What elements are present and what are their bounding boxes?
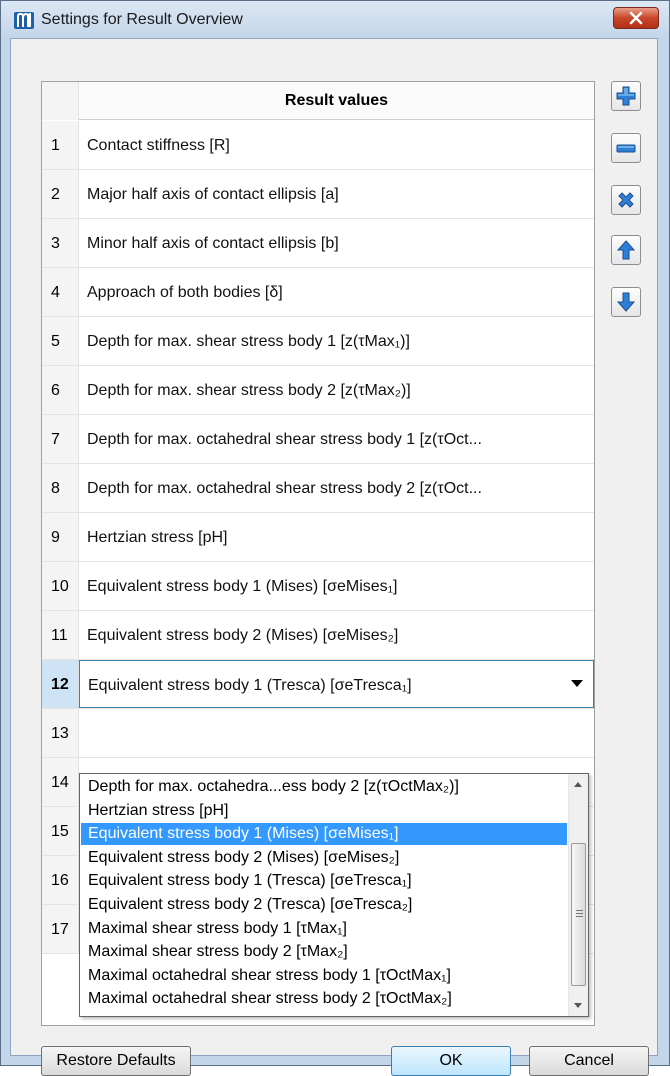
remove-row-button[interactable]: [611, 133, 641, 163]
result-value-cell[interactable]: Approach of both bodies [δ]: [87, 268, 588, 316]
table-row[interactable]: 11 Equivalent stress body 2 (Mises) [σeMi…: [42, 611, 594, 660]
result-value-cell[interactable]: Depth for max. shear stress body 2 [z(τM…: [87, 366, 588, 414]
dialog-client-area: Result values 1 Contact stiffness [R] 2 Maj…: [10, 38, 658, 1076]
remove-icon: [616, 144, 636, 153]
grid-corner: [42, 82, 79, 120]
result-value-cell[interactable]: Depth for max. shear stress body 1 [z(τM…: [87, 317, 588, 365]
delete-row-button[interactable]: [611, 185, 641, 215]
row-number[interactable]: 10: [42, 562, 79, 610]
restore-defaults-button[interactable]: Restore Defaults: [41, 1046, 191, 1076]
dropdown-scrollbar[interactable]: [568, 774, 588, 1016]
add-icon: [616, 86, 636, 106]
delete-icon: [618, 192, 634, 208]
row-number[interactable]: 13: [42, 709, 79, 757]
row-number[interactable]: 17: [42, 905, 79, 953]
row-number[interactable]: 7: [42, 415, 79, 463]
table-row[interactable]: 9 Hertzian stress [pH]: [42, 513, 594, 562]
ok-button[interactable]: OK: [391, 1046, 511, 1076]
row-number[interactable]: 9: [42, 513, 79, 561]
result-value-cell[interactable]: Equivalent stress body 2 (Mises) [σeMise…: [87, 611, 588, 659]
title-bar: Settings for Result Overview: [1, 1, 669, 39]
dropdown-option[interactable]: Equivalent stress body 1 (Tresca) [σeTre…: [81, 870, 567, 892]
row-number[interactable]: 14: [42, 758, 79, 806]
table-row[interactable]: 2 Major half axis of contact ellipsis [a]: [42, 170, 594, 219]
row-number[interactable]: 2: [42, 170, 79, 218]
row-number[interactable]: 16: [42, 856, 79, 904]
result-value-dropdown-list[interactable]: Depth for max. octahedra...ess body 2 [z…: [79, 773, 589, 1017]
result-value-combobox[interactable]: Equivalent stress body 1 (Tresca) [σeTre…: [79, 660, 594, 708]
table-row[interactable]: 13: [42, 709, 594, 758]
dropdown-option[interactable]: Hertzian stress [pH]: [81, 800, 567, 822]
table-row[interactable]: 6 Depth for max. shear stress body 2 [z(τ…: [42, 366, 594, 415]
row-number[interactable]: 5: [42, 317, 79, 365]
dropdown-option[interactable]: Maximal octahedral shear stress body 1 […: [81, 965, 567, 987]
row-number[interactable]: 3: [42, 219, 79, 267]
move-down-icon: [616, 292, 636, 312]
combobox-selected-value: Equivalent stress body 1 (Tresca) [σeTre…: [88, 677, 412, 694]
dropdown-option[interactable]: Equivalent stress body 2 (Mises) [σeMise…: [81, 847, 567, 869]
cancel-button[interactable]: Cancel: [529, 1046, 649, 1076]
grid-header: Result values: [42, 82, 594, 120]
window-title: Settings for Result Overview: [41, 11, 243, 28]
close-icon: [629, 11, 643, 25]
move-up-button[interactable]: [611, 235, 641, 265]
add-row-button[interactable]: [611, 81, 641, 111]
table-row[interactable]: 3 Minor half axis of contact ellipsis [b]: [42, 219, 594, 268]
result-value-cell[interactable]: [87, 709, 588, 757]
result-value-cell[interactable]: Depth for max. octahedral shear stress b…: [87, 415, 588, 463]
table-row[interactable]: 4 Approach of both bodies [δ]: [42, 268, 594, 317]
dropdown-option[interactable]: Equivalent stress body 1 (Mises) [σeMise…: [81, 823, 567, 846]
scroll-down-arrow-icon[interactable]: [574, 1003, 582, 1008]
chevron-down-icon[interactable]: [571, 680, 583, 687]
column-header-result-values[interactable]: Result values: [79, 82, 594, 120]
table-row[interactable]: 8 Depth for max. octahedral shear stress …: [42, 464, 594, 513]
result-value-cell[interactable]: Equivalent stress body 1 (Mises) [σeMise…: [87, 562, 588, 610]
row-number[interactable]: 1: [42, 121, 79, 169]
row-number[interactable]: 6: [42, 366, 79, 414]
dropdown-option[interactable]: Maximal shear stress body 1 [τMax₁]: [81, 918, 567, 940]
result-value-cell[interactable]: Contact stiffness [R]: [87, 121, 588, 169]
result-value-cell[interactable]: Depth for max. octahedral shear stress b…: [87, 464, 588, 512]
result-value-cell[interactable]: Minor half axis of contact ellipsis [b]: [87, 219, 588, 267]
table-row[interactable]: 12 Equivalent stress body 1 (Tresca) [σeT…: [42, 660, 594, 709]
result-value-cell[interactable]: Hertzian stress [pH]: [87, 513, 588, 561]
table-row[interactable]: 7 Depth for max. octahedral shear stress …: [42, 415, 594, 464]
scroll-up-arrow-icon[interactable]: [574, 782, 582, 787]
scrollbar-thumb[interactable]: [571, 843, 586, 986]
row-number[interactable]: 15: [42, 807, 79, 855]
dropdown-option[interactable]: Depth for max. octahedra...ess body 2 [z…: [81, 776, 567, 798]
table-row[interactable]: 10 Equivalent stress body 1 (Mises) [σeMi…: [42, 562, 594, 611]
result-value-cell[interactable]: Major half axis of contact ellipsis [a]: [87, 170, 588, 218]
move-down-button[interactable]: [611, 287, 641, 317]
app-logo-icon: [14, 12, 34, 29]
close-button[interactable]: [613, 7, 659, 29]
row-number[interactable]: 12: [42, 660, 79, 708]
row-number[interactable]: 11: [42, 611, 79, 659]
dropdown-option[interactable]: Equivalent stress body 2 (Tresca) [σeTre…: [81, 894, 567, 916]
table-row[interactable]: 1 Contact stiffness [R]: [42, 121, 594, 170]
table-row[interactable]: 5 Depth for max. shear stress body 1 [z(τ…: [42, 317, 594, 366]
result-values-grid: Result values 1 Contact stiffness [R] 2 Maj…: [41, 81, 595, 1026]
row-number[interactable]: 8: [42, 464, 79, 512]
dropdown-option[interactable]: Maximal shear stress body 2 [τMax₂]: [81, 941, 567, 963]
row-number[interactable]: 4: [42, 268, 79, 316]
move-up-icon: [616, 240, 636, 260]
dropdown-option[interactable]: Maximal octahedral shear stress body 2 […: [81, 988, 567, 1010]
